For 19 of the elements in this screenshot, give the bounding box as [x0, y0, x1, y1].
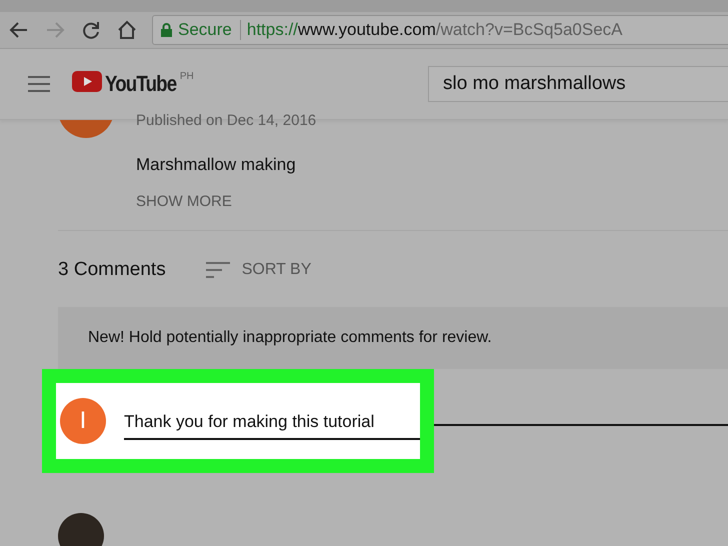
search-field[interactable]: slo mo marshmallows [428, 66, 728, 102]
notice-banner: New! Hold potentially inappropriate comments for review. [58, 307, 728, 369]
user-avatar: I [60, 398, 106, 444]
sort-button[interactable]: SORT BY [206, 261, 312, 279]
lock-icon [161, 23, 172, 37]
publish-date: Published on Dec 14, 2016 [136, 112, 316, 129]
commenter-avatar [58, 513, 104, 546]
sort-icon [206, 262, 230, 278]
comment-count: 3 Comments [58, 259, 166, 281]
show-more-button[interactable]: SHOW MORE [136, 193, 316, 210]
logo-text[interactable]: YouTube [105, 71, 176, 97]
video-description: Marshmallow making [136, 155, 297, 175]
address-bar[interactable]: Secure https://www.youtube.com/watch?v=BcSq5a0SecA [152, 15, 728, 45]
home-icon[interactable] [116, 19, 138, 41]
comment-input[interactable]: Thank you for making this tutorial [124, 406, 420, 440]
menu-icon[interactable] [28, 76, 50, 92]
play-logo-icon [72, 71, 102, 92]
region-label: PH [180, 71, 194, 82]
reload-icon[interactable] [80, 19, 102, 41]
